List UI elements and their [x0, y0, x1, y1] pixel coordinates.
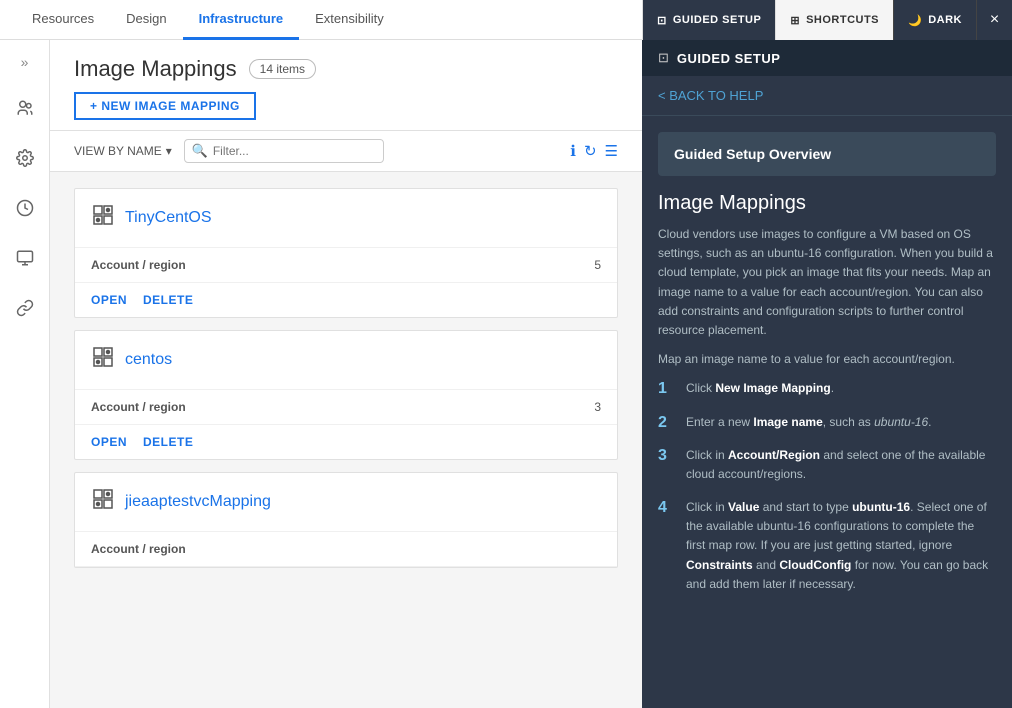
filter-input-wrap: 🔍	[184, 139, 384, 163]
search-icon: 🔍	[192, 143, 208, 159]
filter-input[interactable]	[184, 139, 384, 163]
guided-description-2: Map an image name to a value for each ac…	[658, 350, 996, 369]
step-number-3: 3	[658, 447, 674, 465]
card-header-centos: centos	[75, 331, 617, 390]
guided-panel: ⊡ GUIDED SETUP < BACK TO HELP Guided Set…	[642, 40, 1012, 708]
step-text-1: Click New Image Mapping.	[686, 379, 834, 398]
card-title-centos[interactable]: centos	[125, 351, 172, 369]
filter-row: VIEW BY NAME ▾ 🔍 ℹ ↻ ☰	[50, 131, 642, 172]
panel-title-row: Image Mappings 14 items	[74, 56, 618, 82]
panel-header: Image Mappings 14 items + NEW IMAGE MAPP…	[50, 40, 642, 131]
guided-overview-box[interactable]: Guided Setup Overview	[658, 132, 996, 176]
guided-header: ⊡ GUIDED SETUP ⊞ SHORTCUTS 🌙 DARK ×	[642, 0, 1012, 40]
card-body-tiny-centos: Account / region 5	[75, 248, 617, 283]
card-centos: centos Account / region 3 OPEN DELETE	[74, 330, 618, 460]
card-actions-tiny-centos: OPEN DELETE	[75, 283, 617, 317]
card-body-centos: Account / region 3	[75, 390, 617, 425]
view-by-dropdown[interactable]: VIEW BY NAME ▾	[74, 144, 172, 158]
sidebar-icon-clock[interactable]	[9, 192, 41, 224]
card-tiny-centos: TinyCentOS Account / region 5 OPEN DELET…	[74, 188, 618, 318]
shortcuts-icon: ⊞	[790, 14, 800, 27]
nav-tabs: Resources Design Infrastructure Extensib…	[16, 0, 400, 40]
sidebar-icon-link[interactable]	[9, 292, 41, 324]
card-title-tiny-centos[interactable]: TinyCentOS	[125, 209, 212, 227]
guided-panel-title: GUIDED SETUP	[677, 51, 781, 66]
sidebar-expand-button[interactable]: »	[13, 50, 37, 74]
dark-mode-button[interactable]: 🌙 DARK	[893, 0, 976, 40]
guided-section-title: Image Mappings	[658, 192, 996, 215]
cards-list: TinyCentOS Account / region 5 OPEN DELET…	[50, 172, 642, 708]
account-region-value-0: 5	[594, 258, 601, 272]
account-region-label-0: Account / region	[91, 258, 186, 272]
items-badge: 14 items	[249, 59, 316, 79]
moon-icon: 🌙	[908, 14, 922, 27]
sidebar-icon-monitor[interactable]	[9, 242, 41, 274]
main-content: »	[0, 40, 1012, 708]
card-header-jieaaptest: jieaaptestvcMapping	[75, 473, 617, 532]
tab-resources[interactable]: Resources	[16, 0, 110, 40]
guided-setup-button[interactable]: ⊡ GUIDED SETUP	[642, 0, 775, 40]
guided-description-1: Cloud vendors use images to configure a …	[658, 225, 996, 340]
top-navigation: Resources Design Infrastructure Extensib…	[0, 0, 1012, 40]
image-mapping-icon-3	[91, 487, 115, 517]
image-mapping-icon	[91, 203, 115, 233]
guided-step-3: 3 Click in Account/Region and select one…	[658, 446, 996, 484]
step-number-2: 2	[658, 414, 674, 432]
step-text-2: Enter a new Image name, such as ubuntu-1…	[686, 413, 932, 432]
step-number-4: 4	[658, 499, 674, 517]
filter-actions: ℹ ↻ ☰	[570, 142, 618, 160]
guided-panel-icon: ⊡	[658, 50, 669, 66]
back-to-help-button[interactable]: < BACK TO HELP	[642, 76, 1012, 116]
card-body-jieaaptest: Account / region	[75, 532, 617, 567]
center-panel: Image Mappings 14 items + NEW IMAGE MAPP…	[50, 40, 642, 708]
account-region-value-1: 3	[594, 400, 601, 414]
delete-button-centos[interactable]: DELETE	[143, 435, 193, 449]
info-icon[interactable]: ℹ	[570, 142, 576, 160]
step-text-3: Click in Account/Region and select one o…	[686, 446, 996, 484]
refresh-icon[interactable]: ↻	[584, 142, 597, 160]
step-text-4: Click in Value and start to type ubuntu-…	[686, 498, 996, 594]
delete-button-tiny-centos[interactable]: DELETE	[143, 293, 193, 307]
sidebar-icon-users[interactable]	[9, 92, 41, 124]
chevron-down-icon: ▾	[166, 144, 172, 158]
tab-infrastructure[interactable]: Infrastructure	[183, 0, 300, 40]
sidebar-icon-settings[interactable]	[9, 142, 41, 174]
open-button-centos[interactable]: OPEN	[91, 435, 127, 449]
tab-extensibility[interactable]: Extensibility	[299, 0, 400, 40]
guided-icon: ⊡	[657, 14, 667, 27]
account-region-label-2: Account / region	[91, 542, 186, 556]
guided-step-2: 2 Enter a new Image name, such as ubuntu…	[658, 413, 996, 432]
list-view-icon[interactable]: ☰	[605, 142, 618, 160]
card-jieaaptest: jieaaptestvcMapping Account / region	[74, 472, 618, 568]
guided-steps: 1 Click New Image Mapping. 2 Enter a new…	[658, 379, 996, 594]
sidebar: »	[0, 40, 50, 708]
new-image-mapping-button[interactable]: + NEW IMAGE MAPPING	[74, 92, 256, 120]
step-number-1: 1	[658, 380, 674, 398]
card-title-jieaaptest[interactable]: jieaaptestvcMapping	[125, 493, 271, 511]
open-button-tiny-centos[interactable]: OPEN	[91, 293, 127, 307]
shortcuts-button[interactable]: ⊞ SHORTCUTS	[775, 0, 893, 40]
tab-design[interactable]: Design	[110, 0, 182, 40]
guided-content: Guided Setup Overview Image Mappings Clo…	[642, 116, 1012, 610]
guided-step-1: 1 Click New Image Mapping.	[658, 379, 996, 398]
card-header-tiny-centos: TinyCentOS	[75, 189, 617, 248]
guided-step-4: 4 Click in Value and start to type ubunt…	[658, 498, 996, 594]
card-actions-centos: OPEN DELETE	[75, 425, 617, 459]
image-mapping-icon-2	[91, 345, 115, 375]
page-title: Image Mappings	[74, 56, 237, 82]
guided-panel-header: ⊡ GUIDED SETUP	[642, 40, 1012, 76]
close-guided-button[interactable]: ×	[976, 0, 1012, 40]
account-region-label-1: Account / region	[91, 400, 186, 414]
